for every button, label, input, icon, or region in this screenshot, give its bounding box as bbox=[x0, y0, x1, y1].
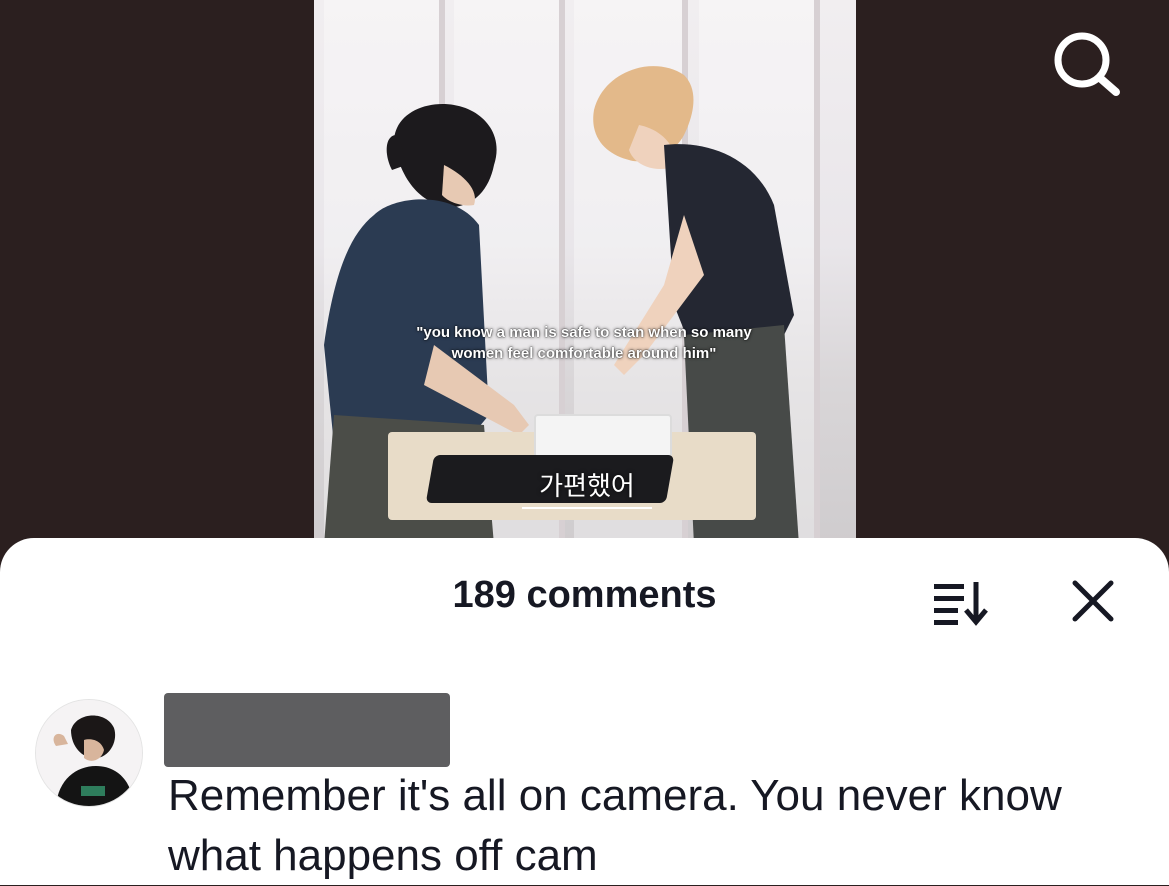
comments-count-title: 189 comments bbox=[452, 574, 717, 616]
close-icon bbox=[1072, 580, 1114, 622]
close-button[interactable] bbox=[1070, 578, 1116, 624]
avatar[interactable] bbox=[36, 700, 142, 806]
video-caption-line: women feel comfortable around him" bbox=[451, 345, 717, 362]
window-frame bbox=[814, 0, 820, 545]
food-container bbox=[534, 414, 672, 458]
video-player[interactable]: "you know a man is safe to stan when so … bbox=[314, 0, 856, 545]
video-caption: "you know a man is safe to stan when so … bbox=[374, 322, 794, 364]
search-button[interactable] bbox=[1052, 30, 1122, 96]
search-icon bbox=[1054, 32, 1120, 96]
video-caption-line: "you know a man is safe to stan when so … bbox=[416, 324, 752, 341]
sort-button[interactable] bbox=[932, 578, 990, 626]
sort-icon bbox=[934, 582, 988, 626]
redacted-username bbox=[164, 693, 450, 767]
comment-text: Remember it's all on camera. You never k… bbox=[168, 771, 1062, 880]
avatar-image bbox=[36, 700, 142, 806]
video-subtitle: 가편했어 bbox=[522, 466, 652, 509]
comments-sheet: 189 comments Remember it's all on camera… bbox=[0, 538, 1169, 885]
